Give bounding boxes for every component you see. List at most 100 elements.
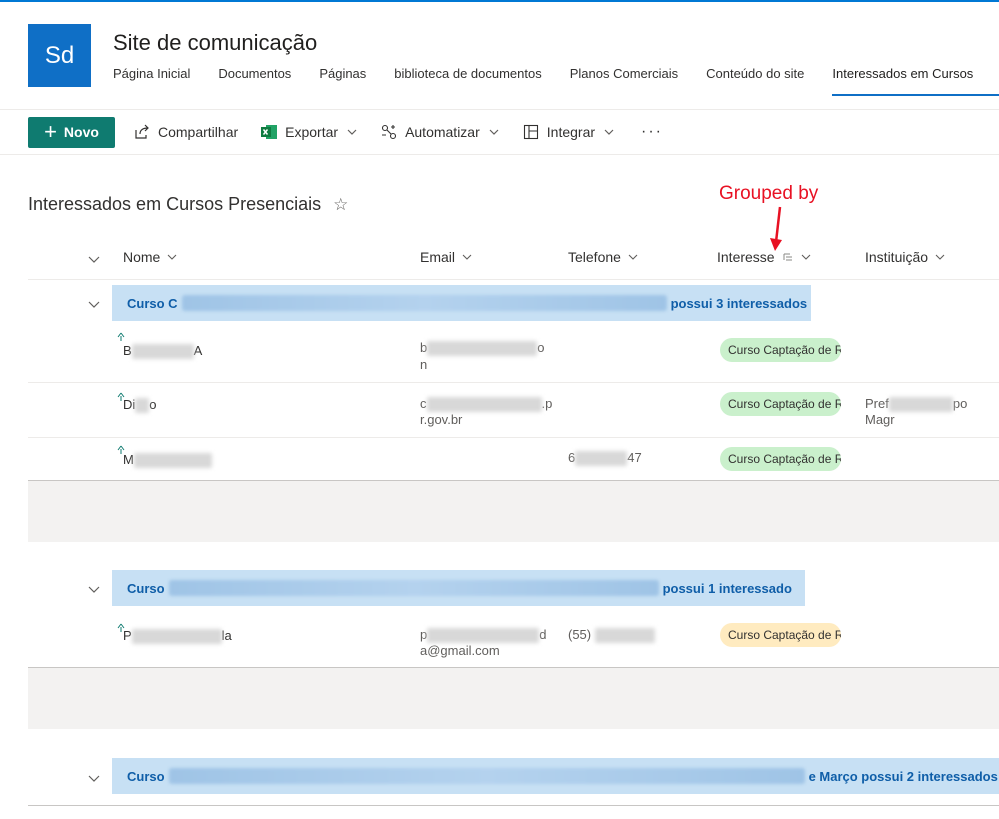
column-header-phone-label: Telefone [568, 249, 621, 265]
table-row[interactable]: Di o c .p r.gov.br Curso Captação de Re Pr… [28, 383, 999, 438]
select-all-chevron-icon[interactable] [87, 252, 101, 266]
group-collapse-chevron-icon[interactable] [87, 771, 101, 785]
redacted-text [131, 629, 222, 645]
cell-name[interactable]: BA [123, 343, 202, 360]
nav-item-course-interest[interactable]: Interessados em Cursos [832, 66, 999, 96]
command-bar-divider [0, 154, 999, 155]
nav-item-site-contents[interactable]: Conteúdo do site [706, 66, 804, 96]
redacted-text [594, 628, 655, 644]
redacted-text [427, 341, 538, 357]
cell-email: bo [420, 340, 545, 357]
chevron-down-icon [462, 254, 472, 260]
group-header-suffix: e Março possui 2 interessados [808, 768, 998, 784]
group-header-prefix: Curso [127, 768, 165, 784]
group-header-suffix: possui 1 interessado [662, 580, 792, 596]
nav-item-document-library[interactable]: biblioteca de documentos [394, 66, 541, 96]
redacted-text [168, 768, 805, 784]
group-header[interactable]: Curso possui 1 interessado [112, 570, 805, 606]
group-header-suffix: possui 3 interessados [670, 295, 808, 311]
share-label: Compartilhar [158, 124, 239, 140]
group-header[interactable]: Curso C possui 3 interessados [112, 285, 811, 321]
table-row[interactable]: BA bo n Curso Captação de Re [28, 321, 999, 383]
group-footer-spacer [28, 668, 999, 729]
chevron-down-icon [489, 129, 499, 135]
export-label: Exportar [285, 124, 339, 140]
redacted-text [575, 451, 628, 467]
cell-name[interactable]: Pla [123, 628, 232, 645]
chevron-down-icon [167, 254, 177, 260]
column-header-email[interactable]: Email [420, 249, 473, 265]
column-header-divider [28, 279, 999, 280]
group-footer-spacer [28, 481, 999, 542]
column-header-name[interactable]: Nome [123, 249, 178, 265]
cell-phone: 6 47 [568, 450, 642, 467]
grouped-by-annotation: Grouped by [719, 183, 819, 204]
command-bar: + Novo Compartilhar Exportar Automatizar… [28, 116, 663, 148]
chevron-down-icon [935, 254, 945, 260]
redacted-text [181, 295, 667, 311]
chevron-down-icon [628, 254, 638, 260]
cell-email: c .p [420, 396, 553, 413]
new-button[interactable]: + Novo [28, 116, 115, 148]
column-header-interest[interactable]: Interesse [717, 249, 812, 265]
interest-badge: Curso Captação de Re [720, 623, 841, 647]
cell-institution: Pref po [865, 396, 968, 413]
integrate-button[interactable]: Integrar [522, 123, 615, 141]
group-collapse-chevron-icon[interactable] [87, 297, 101, 311]
list-bottom-divider [28, 805, 999, 806]
share-button[interactable]: Compartilhar [133, 123, 238, 141]
plus-icon: + [44, 119, 57, 144]
redacted-text [135, 398, 150, 414]
site-title[interactable]: Site de comunicação [113, 30, 317, 56]
star-icon[interactable]: ☆ [333, 195, 348, 215]
cell-email-line2: r.gov.br [420, 412, 463, 427]
list-title-text: Interessados em Cursos Presenciais [28, 194, 322, 214]
new-button-label: Novo [63, 124, 99, 140]
interest-badge: Curso Captação de Re [720, 447, 841, 471]
group-collapse-chevron-icon[interactable] [87, 582, 101, 596]
chevron-down-icon [801, 254, 810, 260]
integrate-icon [522, 123, 540, 141]
cell-email-line2: a@gmail.com [420, 643, 500, 658]
redacted-text [426, 397, 542, 413]
column-header-phone[interactable]: Telefone [568, 249, 639, 265]
column-header-email-label: Email [420, 249, 456, 265]
redacted-text [131, 344, 194, 360]
automate-button[interactable]: Automatizar [380, 123, 500, 141]
group-header-prefix: Curso [127, 580, 165, 596]
excel-icon [260, 123, 278, 141]
cell-email: pd [420, 627, 547, 644]
automate-label: Automatizar [405, 124, 480, 140]
nav-item-commercial-plans[interactable]: Planos Comerciais [570, 66, 678, 96]
column-header-institution[interactable]: Instituição [865, 249, 946, 265]
table-row[interactable]: M 6 47 Curso Captação de Re [28, 438, 999, 481]
cell-phone: (55) [568, 627, 655, 644]
column-header-institution-label: Instituição [865, 249, 929, 265]
header-divider [0, 109, 999, 110]
chevron-down-icon [347, 129, 357, 135]
top-accent-line [0, 0, 999, 2]
new-item-icon [117, 332, 125, 341]
more-options-button[interactable]: ··· [641, 123, 663, 141]
redacted-text [168, 580, 659, 596]
annotation-arrow-icon [770, 206, 782, 251]
chevron-down-icon [604, 129, 614, 135]
table-row[interactable]: Pla pd a@gmail.com (55) Curso Captação d… [28, 606, 999, 668]
cell-name[interactable]: Di o [123, 397, 157, 414]
site-logo[interactable]: Sd [28, 24, 91, 87]
integrate-label: Integrar [546, 124, 596, 140]
interest-badge: Curso Captação de Re [720, 338, 841, 362]
redacted-text [133, 453, 212, 469]
cell-name[interactable]: M [123, 452, 212, 469]
nav-item-pages[interactable]: Páginas [319, 66, 366, 96]
column-header-interest-label: Interesse [717, 249, 775, 265]
nav-item-documents[interactable]: Documentos [218, 66, 291, 96]
group-header[interactable]: Curso e Março possui 2 interessados [112, 758, 999, 794]
group-by-icon [783, 253, 792, 260]
export-button[interactable]: Exportar [260, 123, 358, 141]
cell-email-line2: n [420, 357, 428, 372]
redacted-text [888, 397, 953, 413]
nav-item-home[interactable]: Página Inicial [113, 66, 190, 96]
group-header-prefix: Curso C [127, 295, 178, 311]
column-header-name-label: Nome [123, 249, 161, 265]
